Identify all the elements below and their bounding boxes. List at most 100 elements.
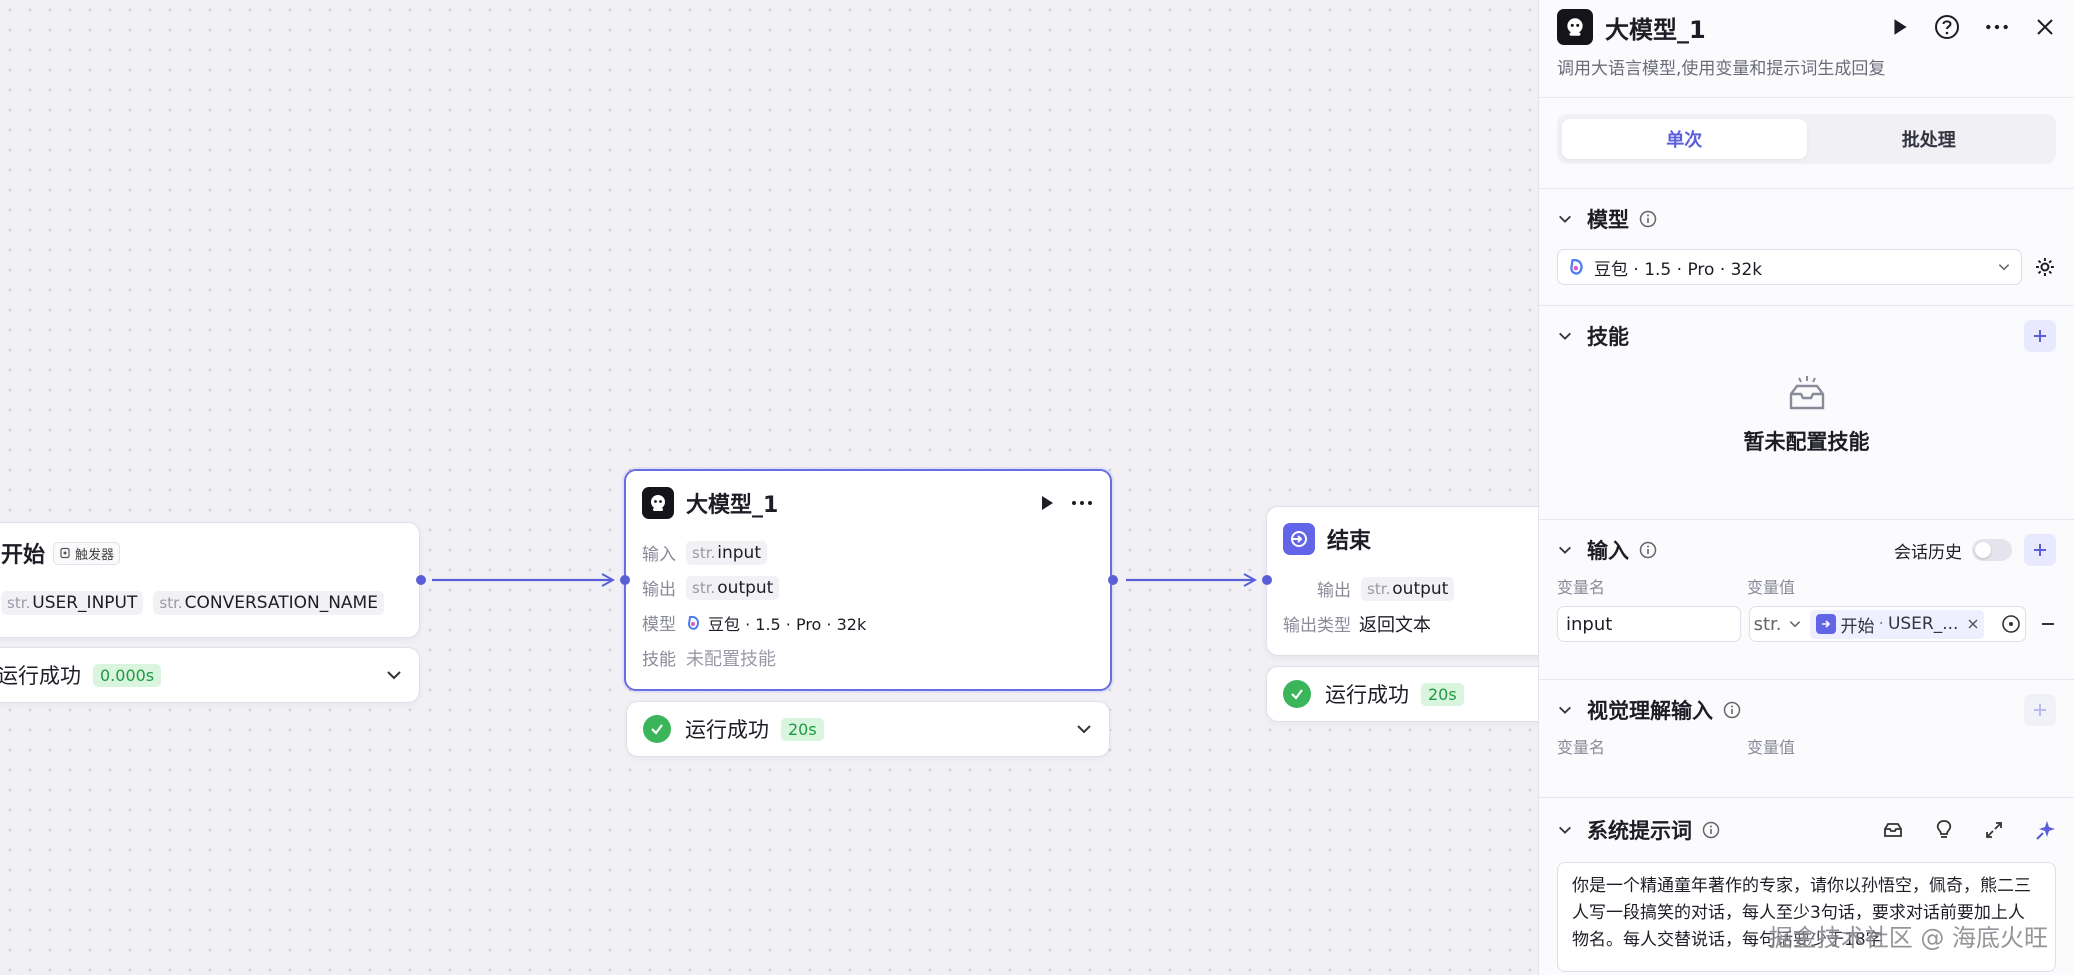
watermark: 掘金技术社区 @ 海底火旺 [1768, 924, 2048, 952]
llm-skill-label: 技能 [642, 650, 676, 670]
llm-skill-row: 技能 未配置技能 [626, 640, 1110, 675]
col-var-name: 变量名 [1557, 578, 1606, 597]
tab-batch[interactable]: 批处理 [1807, 119, 2052, 159]
vision-column-headers: 变量名 变量值 [1557, 732, 2056, 760]
end-output-var: str. output [1361, 576, 1455, 601]
more-icon[interactable] [1070, 494, 1094, 512]
run-icon[interactable] [1890, 17, 1910, 37]
add-input-button[interactable] [2024, 534, 2056, 566]
end-node-input-port[interactable] [1262, 575, 1272, 585]
llm-status-text: 运行成功 [685, 718, 769, 742]
add-skill-button[interactable] [2024, 320, 2056, 352]
col-var-value: 变量值 [1747, 578, 1796, 597]
vision-section-title: 视觉理解输入 [1587, 699, 1713, 723]
model-select-value: 豆包 · 1.5 · Pro · 32k [1594, 259, 1763, 280]
llm-node-status[interactable]: 运行成功 20s [626, 701, 1110, 757]
end-output-row: 输出 str. output [1267, 571, 1538, 606]
start-node[interactable]: 开始 触发器 str. USER_INPUT str. CONVERSATION_N… [0, 522, 420, 638]
doubao-logo-icon [1570, 259, 1583, 275]
plus-icon [2034, 704, 2046, 716]
trigger-badge: 触发器 [53, 541, 121, 565]
vision-input-section: 视觉理解输入 变量名 变量值 [1539, 679, 2074, 797]
start-status-duration: 0.000s [93, 663, 162, 687]
llm-output-var: str. output [686, 575, 780, 600]
skill-section-title: 技能 [1587, 325, 1629, 349]
input-column-headers: 变量名 变量值 [1557, 572, 2056, 600]
tab-single[interactable]: 单次 [1562, 119, 1807, 159]
chevron-down-icon[interactable] [1557, 702, 1573, 718]
workflow-canvas[interactable]: 开始 触发器 str. USER_INPUT str. CONVERSATION_N… [0, 0, 1538, 975]
start-status-text: 运行成功 [0, 664, 81, 688]
start-output-user-input: str. USER_INPUT [1, 591, 144, 615]
trigger-badge-label: 触发器 [75, 547, 115, 563]
skill-section: 技能 暂未配置技能 [1539, 305, 2074, 519]
trigger-icon [60, 547, 70, 559]
empty-box-icon [1789, 376, 1824, 410]
node-config-panel: 大模型_1 调用大语言模型,使用变量和提示词生成回复 单次 批处理 模型 豆包 … [1538, 0, 2074, 975]
variable-picker-icon[interactable] [2001, 614, 2021, 634]
expand-icon[interactable] [1984, 820, 2004, 840]
add-vision-input-button[interactable] [2024, 694, 2056, 726]
more-icon[interactable] [1984, 17, 2010, 37]
panel-header: 大模型_1 调用大语言模型,使用变量和提示词生成回复 [1539, 0, 2074, 98]
var-name-input[interactable]: input [1557, 606, 1741, 642]
end-node[interactable]: 结束 输出 str. output 输出类型 返回文本 [1266, 506, 1538, 656]
exit-icon [1283, 523, 1315, 555]
llm-model-label: 模型 [642, 615, 676, 635]
chevron-down-icon [387, 671, 401, 680]
end-output-type-row: 输出类型 返回文本 [1267, 606, 1538, 641]
var-value-field[interactable]: str. 开始 · USER_... [1748, 606, 2027, 642]
end-output-type-value: 返回文本 [1359, 614, 1431, 636]
lightbulb-icon[interactable] [1934, 819, 1954, 841]
end-status-duration: 20s [1421, 682, 1464, 706]
gear-icon[interactable] [2034, 256, 2056, 278]
model-select[interactable]: 豆包 · 1.5 · Pro · 32k [1557, 249, 2023, 285]
var-type-select[interactable]: str. [1754, 614, 1782, 635]
end-output-type-label: 输出类型 [1283, 616, 1351, 636]
end-status-text: 运行成功 [1325, 683, 1409, 707]
llm-node[interactable]: 大模型_1 输入 str. input 输出 str. output 模型 豆包 ·… [624, 469, 1112, 691]
vision-col-var-name: 变量名 [1557, 738, 1606, 757]
history-label: 会话历史 [1894, 542, 1962, 563]
end-node-status[interactable]: 运行成功 20s [1266, 666, 1538, 722]
help-icon[interactable] [1934, 14, 1960, 40]
ref-var-name: USER_... [1887, 614, 1959, 634]
history-toggle[interactable] [1972, 539, 2012, 561]
llm-node-title: 大模型_1 [686, 493, 779, 518]
prompt-library-icon[interactable] [1882, 820, 1904, 840]
skill-empty-text: 暂未配置技能 [1743, 430, 1870, 454]
llm-output-label: 输出 [642, 580, 676, 600]
input-section-title: 输入 [1587, 539, 1629, 563]
info-icon [1639, 541, 1657, 559]
chevron-down-icon [1998, 264, 2010, 271]
start-node-title: 开始 [1, 543, 46, 568]
run-mode-tabs: 单次 批处理 [1557, 114, 2056, 164]
chevron-down-icon[interactable] [1557, 328, 1573, 344]
llm-input-var: str. input [686, 540, 767, 565]
close-icon[interactable] [2034, 16, 2056, 38]
system-prompt-title: 系统提示词 [1587, 819, 1692, 843]
chevron-down-icon[interactable] [1557, 542, 1573, 558]
system-prompt-editor[interactable]: 你是一个精通童年著作的专家，请你以孙悟空，佩奇，熊二三人写一段搞笑的对话，每人至… [1557, 862, 2056, 972]
end-output-label: 输出 [1317, 581, 1351, 601]
doubao-logo-icon [687, 615, 699, 630]
success-check-icon [643, 715, 671, 743]
start-node-status[interactable]: 运行成功 0.000s [0, 647, 420, 703]
var-ref-chip[interactable]: 开始 · USER_... [1809, 609, 1985, 639]
llm-skill-value: 未配置技能 [686, 648, 776, 670]
ai-sparkle-icon[interactable] [2034, 819, 2056, 841]
success-check-icon [1283, 680, 1311, 708]
llm-node-output-port[interactable] [1108, 575, 1118, 585]
panel-title: 大模型_1 [1605, 15, 1706, 44]
run-icon[interactable] [1038, 494, 1056, 512]
remove-variable-icon[interactable] [2040, 616, 2056, 632]
chevron-down-icon[interactable] [1557, 822, 1573, 838]
close-icon[interactable] [1968, 619, 1978, 629]
start-output-conversation-name: str. CONVERSATION_NAME [153, 591, 384, 615]
vision-col-var-value: 变量值 [1747, 738, 1796, 757]
start-node-output-port[interactable] [416, 575, 426, 585]
chevron-down-icon[interactable] [1557, 211, 1573, 227]
start-node-mini-icon [1815, 614, 1836, 634]
llm-node-input-port[interactable] [620, 575, 630, 585]
chevron-down-icon [1077, 725, 1091, 734]
